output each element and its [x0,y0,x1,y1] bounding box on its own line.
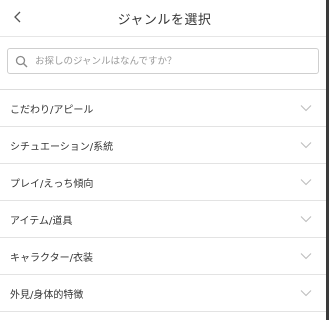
genre-item-label: 外見/身体的特徴 [10,289,84,301]
back-button[interactable] [4,4,32,32]
page-title: ジャンルを選択 [117,12,212,28]
genre-item-character[interactable]: キャラクター/衣装 [0,238,326,275]
genre-select-screen: ジャンルを選択 こだわり/アピール シチュエーション/系統 [0,0,329,320]
genre-item-label: アイテム/道具 [10,215,73,227]
genre-item-appearance[interactable]: 外見/身体的特徴 [0,275,326,312]
genre-item-situation[interactable]: シチュエーション/系統 [0,127,326,164]
chevron-down-icon [300,104,312,112]
genre-item-label: シチュエーション/系統 [10,141,114,153]
search-input[interactable] [35,55,295,67]
search-icon [15,54,30,69]
chevron-down-icon [300,178,312,186]
genre-item-label: プレイ/えっち傾向 [10,178,94,190]
genre-item-item[interactable]: アイテム/道具 [0,201,326,238]
search-box[interactable] [7,48,319,74]
chevron-down-icon [300,215,312,223]
genre-list: こだわり/アピール シチュエーション/系統 プレイ/えっち傾向 アイテム/道具 … [0,90,326,312]
genre-item-label: こだわり/アピール [10,104,94,116]
chevron-down-icon [300,141,312,149]
genre-item-kodawari[interactable]: こだわり/アピール [0,90,326,127]
genre-item-play[interactable]: プレイ/えっち傾向 [0,164,326,201]
chevron-left-icon [13,9,23,28]
chevron-down-icon [300,289,312,297]
chevron-down-icon [300,252,312,260]
genre-item-label: キャラクター/衣装 [10,252,93,264]
header-bar: ジャンルを選択 [0,0,329,37]
